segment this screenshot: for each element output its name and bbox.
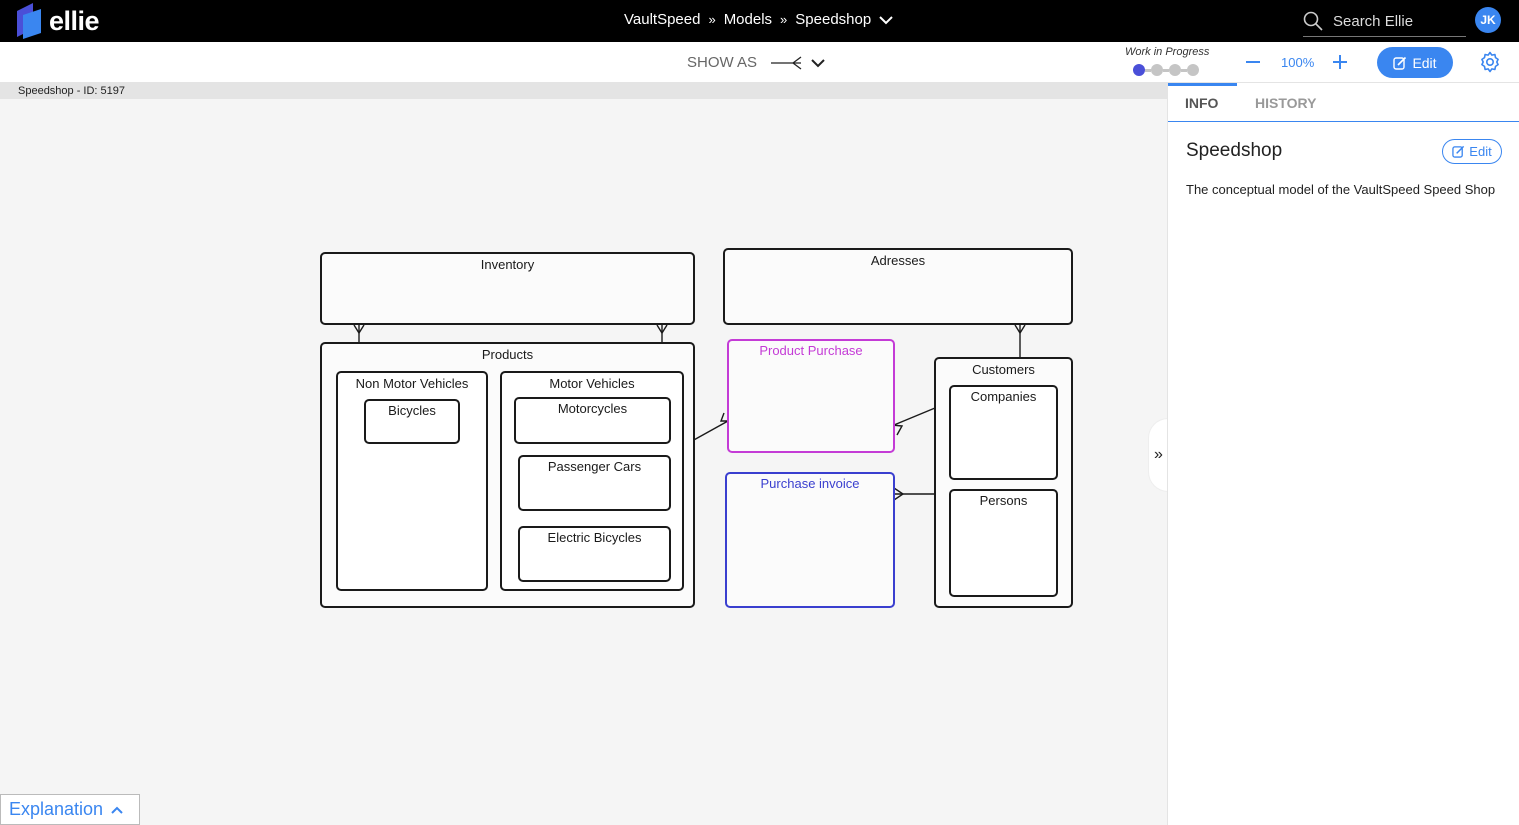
entity-label: Non Motor Vehicles [355, 376, 469, 391]
panel-edit-label: Edit [1469, 144, 1492, 159]
model-description: The conceptual model of the VaultSpeed S… [1186, 182, 1496, 197]
model-title: Speedshop [1186, 140, 1283, 161]
entity-persons[interactable]: Persons [949, 489, 1058, 597]
entity-label: Electric Bicycles [547, 530, 642, 545]
entity-adresses[interactable]: Adresses [723, 248, 1073, 325]
status-progress[interactable] [1133, 64, 1199, 76]
entity-label: Passenger Cars [547, 459, 642, 474]
app-logo[interactable]: ellie [17, 3, 100, 39]
explanation-label: Explanation [9, 799, 104, 819]
status-step-1[interactable] [1133, 64, 1145, 76]
toolbar: SHOW AS Work in Progress 100% Edit [0, 42, 1519, 83]
zoom-level: 100% [1281, 55, 1315, 70]
info-panel: INFO HISTORY Speedshop Edit The conceptu… [1167, 83, 1519, 825]
zoom-out-button[interactable] [1244, 52, 1262, 72]
entity-label: Bicycles [388, 403, 436, 418]
relationship-purchase-customers [893, 407, 936, 426]
status-label: Work in Progress [1125, 46, 1210, 58]
entity-companies[interactable]: Companies [949, 385, 1058, 480]
show-as-dropdown[interactable]: SHOW AS [687, 54, 825, 71]
breadcrumb-vaultspeed[interactable]: VaultSpeed [624, 11, 700, 28]
chevron-down-icon[interactable] [879, 15, 893, 25]
entity-label: Companies [970, 389, 1037, 404]
chevron-down-icon [811, 58, 825, 67]
entity-label: Adresses [870, 253, 926, 268]
panel-tabs: INFO HISTORY [1168, 83, 1519, 122]
entity-label: Products [481, 347, 534, 362]
entity-inventory[interactable]: Inventory [320, 252, 695, 325]
status-step-2[interactable] [1151, 64, 1163, 76]
entity-product-purchase[interactable]: Product Purchase [727, 339, 895, 453]
entity-label: Customers [972, 362, 1035, 377]
zoom-in-button[interactable] [1331, 49, 1349, 75]
breadcrumb-separator: » [780, 12, 788, 27]
entity-label: Persons [979, 493, 1028, 508]
entity-electric-bicycles[interactable]: Electric Bicycles [518, 526, 671, 582]
entity-label: Inventory [480, 257, 535, 272]
ellie-logo-icon [17, 3, 41, 39]
tab-info[interactable]: INFO [1185, 95, 1218, 111]
edit-button[interactable]: Edit [1377, 47, 1453, 78]
collapse-panel-button[interactable]: » [1148, 418, 1168, 492]
crows-foot-notation-icon [771, 55, 802, 70]
app-name: ellie [49, 5, 100, 36]
status-step-3[interactable] [1169, 64, 1181, 76]
user-avatar[interactable]: JK [1475, 7, 1501, 33]
search-input[interactable]: Search Ellie [1303, 6, 1466, 37]
active-tab-indicator [1168, 83, 1237, 86]
entity-label: Purchase invoice [760, 476, 860, 491]
edit-button-label: Edit [1412, 54, 1437, 71]
show-as-label: SHOW AS [687, 54, 758, 71]
edit-icon [1393, 56, 1407, 70]
explanation-toggle[interactable]: Explanation [0, 794, 140, 825]
tab-history[interactable]: HISTORY [1255, 95, 1316, 111]
edit-icon [1452, 145, 1465, 158]
entity-passenger-cars[interactable]: Passenger Cars [518, 455, 671, 511]
model-id-bar: Speedshop - ID: 5197 [0, 83, 1167, 99]
entity-purchase-invoice[interactable]: Purchase invoice [725, 472, 895, 608]
entity-label: Motor Vehicles [549, 376, 635, 391]
breadcrumb-speedshop[interactable]: Speedshop [795, 11, 871, 28]
entity-label: Motorcycles [557, 401, 628, 416]
gear-icon[interactable] [1479, 51, 1501, 73]
entity-motorcycles[interactable]: Motorcycles [514, 397, 671, 444]
breadcrumb-separator: » [708, 12, 716, 27]
breadcrumb-models[interactable]: Models [724, 11, 772, 28]
search-placeholder: Search Ellie [1333, 12, 1414, 30]
entity-bicycles[interactable]: Bicycles [364, 399, 460, 444]
entity-label: Product Purchase [759, 343, 863, 358]
top-navigation-bar: ellie VaultSpeed » Models » Speedshop Se… [0, 0, 1519, 42]
status-step-4[interactable] [1187, 64, 1199, 76]
search-icon [1303, 11, 1323, 31]
breadcrumb: VaultSpeed » Models » Speedshop [624, 11, 893, 28]
panel-edit-button[interactable]: Edit [1442, 139, 1502, 164]
diagram-canvas[interactable]: Inventory Adresses Products Non Motor Ve… [0, 99, 1167, 825]
chevron-up-icon [111, 806, 123, 814]
